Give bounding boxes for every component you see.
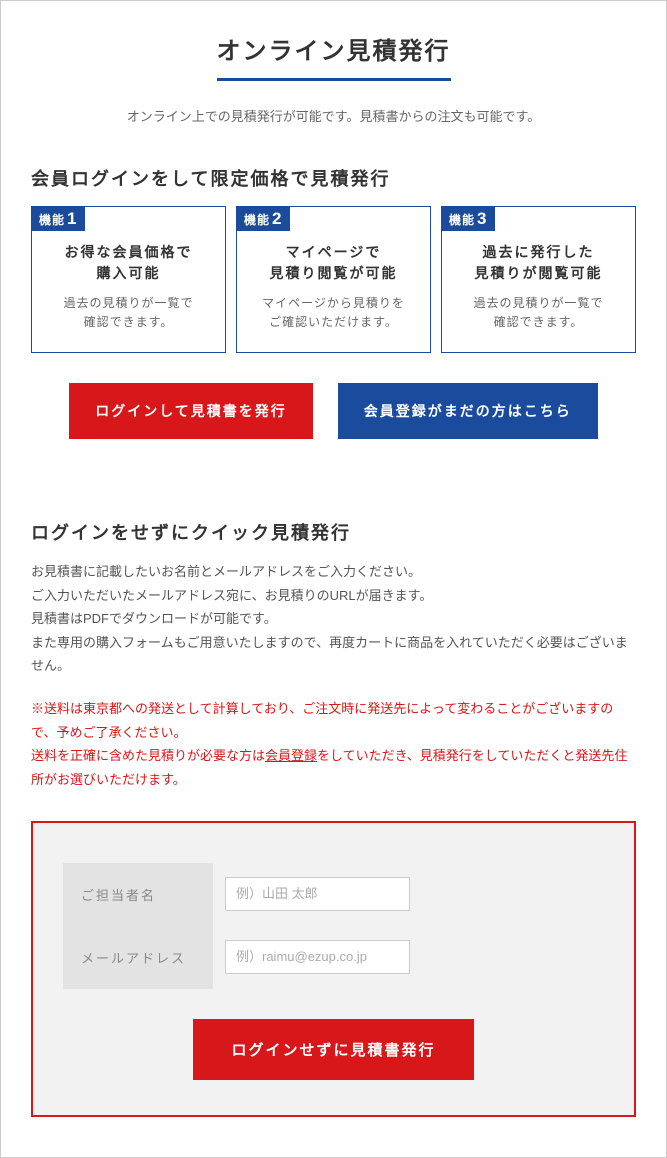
page-title: オンライン見積発行 [217,31,451,81]
login-section-title: 会員ログインをして限定価格で見積発行 [31,165,636,191]
features-row: 機能1 お得な会員価格で 購入可能 過去の見積りが一覧で 確認できます。 機能2… [31,206,636,353]
badge-label: 機能 [244,213,270,227]
shipping-notice: ※送料は東京都への発送として計算しており、ご注文時に発送先によって変わることがご… [31,697,636,791]
badge-num: 3 [477,209,487,228]
feature-badge-3: 機能3 [441,206,495,231]
feature-3: 機能3 過去に発行した 見積りが閲覧可能 過去の見積りが一覧で 確認できます。 [441,206,636,353]
quick-quote-form: ご担当者名 メールアドレス ログインせずに見積書発行 [31,821,636,1117]
feature-title-1: お得な会員価格で 購入可能 [42,242,215,284]
feature-desc-3: 過去の見積りが一覧で 確認できます。 [452,294,625,332]
register-button[interactable]: 会員登録がまだの方はこちら [338,383,598,439]
quick-quote-submit-button[interactable]: ログインせずに見積書発行 [193,1019,473,1080]
email-input[interactable] [225,940,410,974]
badge-label: 機能 [449,213,475,227]
feature-2: 機能2 マイページで 見積り閲覧が可能 マイページから見積りを ご確認いただけま… [236,206,431,353]
badge-num: 2 [272,209,282,228]
page-description: オンライン上での見積発行が可能です。見積書からの注文も可能です。 [31,106,636,125]
badge-label: 機能 [39,213,65,227]
email-label: メールアドレス [63,926,213,989]
login-to-quote-button[interactable]: ログインして見積書を発行 [69,383,313,439]
feature-badge-2: 機能2 [236,206,290,231]
quick-description: お見積書に記載したいお名前とメールアドレスをご入力ください。 ご入力いただいたメ… [31,560,636,677]
feature-badge-1: 機能1 [31,206,85,231]
quick-section-title: ログインをせずにクイック見積発行 [31,519,636,545]
feature-title-2: マイページで 見積り閲覧が可能 [247,242,420,284]
badge-num: 1 [67,209,77,228]
feature-1: 機能1 お得な会員価格で 購入可能 過去の見積りが一覧で 確認できます。 [31,206,226,353]
register-link-inline[interactable]: 会員登録 [265,748,317,763]
feature-title-3: 過去に発行した 見積りが閲覧可能 [452,242,625,284]
feature-desc-1: 過去の見積りが一覧で 確認できます。 [42,294,215,332]
name-label: ご担当者名 [63,863,213,926]
name-input[interactable] [225,877,410,911]
feature-desc-2: マイページから見積りを ご確認いただけます。 [247,294,420,332]
